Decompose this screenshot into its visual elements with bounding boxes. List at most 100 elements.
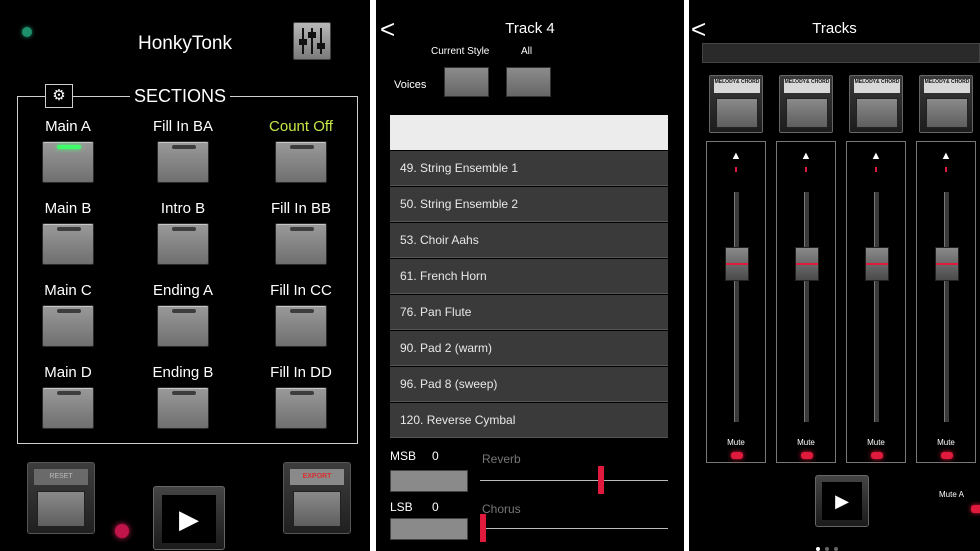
voice-list-item[interactable]: 50. String Ensemble 2 (390, 187, 668, 222)
volume-fader-thumb[interactable] (935, 246, 959, 281)
voice-list-item[interactable]: 120. Reverse Cymbal (390, 403, 668, 438)
fader-strip: ▲ Mute (706, 141, 766, 463)
section-label-fill-in-ba: Fill In BA (152, 118, 213, 135)
mute-button[interactable] (941, 452, 953, 459)
section-pad-intro-b[interactable] (157, 223, 209, 265)
chorus-slider[interactable] (480, 528, 668, 529)
section-pad-main-d[interactable] (42, 387, 94, 429)
volume-fader-thumb[interactable] (795, 246, 819, 281)
voice-list-item[interactable]: 90. Pad 2 (warm) (390, 331, 668, 366)
voice-list-item[interactable]: 96. Pad 8 (sweep) (390, 367, 668, 402)
voice-list-item[interactable]: 61. French Horn (390, 259, 668, 294)
voice-list-item[interactable]: 49. String Ensemble 1 (390, 151, 668, 186)
volume-fader-thumb[interactable] (725, 246, 749, 281)
section-pad-fill-in-bb[interactable] (275, 223, 327, 265)
tracks-title: Tracks (812, 20, 857, 37)
play-icon: ▶ (822, 482, 862, 520)
section-label-count-off: Count Off (269, 118, 333, 135)
instrument-icon: ▲ (800, 150, 812, 162)
track-selector-bar[interactable] (702, 43, 980, 63)
melody-chord-button[interactable]: MELODY& CHORD (709, 75, 763, 133)
fader-strip: ▲ Mute (916, 141, 976, 463)
mute-all-button[interactable] (971, 505, 980, 513)
section-label-fill-in-cc: Fill In CC (270, 282, 332, 299)
page-dot[interactable] (825, 547, 829, 551)
section-label-main-a: Main A (45, 118, 91, 135)
instrument-icon: ▲ (870, 150, 882, 162)
lsb-value: 0 (432, 500, 439, 514)
instrument-icon: ▲ (730, 150, 742, 162)
melody-chord-button[interactable]: MELODY& CHORD (919, 75, 973, 133)
section-pad-fill-in-dd[interactable] (275, 387, 327, 429)
reset-button[interactable]: RESET (27, 462, 95, 534)
track-title: Track 4 (505, 20, 555, 37)
current-style-label: Current Style (431, 46, 490, 57)
mute-label: Mute (867, 438, 885, 447)
melody-chord-button[interactable]: MELODY& CHORD (779, 75, 833, 133)
msb-stepper[interactable] (390, 470, 468, 492)
msb-value: 0 (432, 449, 439, 463)
reset-caption: RESET (34, 469, 88, 485)
voice-list-item[interactable]: 76. Pan Flute (390, 295, 668, 330)
section-pad-fill-in-cc[interactable] (275, 305, 327, 347)
sections-heading: SECTIONS (130, 86, 231, 107)
voice-list-item[interactable]: 53. Choir Aahs (390, 223, 668, 258)
section-label-ending-b: Ending B (152, 364, 214, 381)
gear-icon: ⚙ (52, 87, 66, 104)
reverb-slider-thumb[interactable] (598, 466, 605, 494)
mute-button[interactable] (871, 452, 883, 459)
page-indicator (816, 538, 843, 551)
voices-label: Voices (394, 79, 427, 91)
all-label: All (521, 46, 533, 57)
play-button[interactable]: ▶ (153, 486, 225, 550)
tracks-mixer-panel: < Tracks MELODY& CHORD ▲ Mute MELODY& CH… (689, 0, 980, 551)
chorus-label: Chorus (482, 502, 521, 516)
section-pad-ending-b[interactable] (157, 387, 209, 429)
play-button[interactable]: ▶ (815, 475, 869, 527)
lsb-stepper[interactable] (390, 518, 468, 540)
volume-fader[interactable] (734, 192, 739, 422)
section-pad-count-off[interactable] (275, 141, 327, 183)
section-pad-ending-a[interactable] (157, 305, 209, 347)
mute-label: Mute (727, 438, 745, 447)
section-pad-main-a[interactable] (42, 141, 94, 183)
volume-fader[interactable] (874, 192, 879, 422)
volume-fader-thumb[interactable] (865, 246, 889, 281)
export-button[interactable]: EXPORT (283, 462, 351, 534)
page-dot[interactable] (834, 547, 838, 551)
section-pad-fill-in-ba[interactable] (157, 141, 209, 183)
mute-button[interactable] (731, 452, 743, 459)
mute-button[interactable] (801, 452, 813, 459)
mute-label: Mute (797, 438, 815, 447)
mute-all-label: Mute A (939, 490, 964, 499)
mute-label: Mute (937, 438, 955, 447)
section-label-intro-b: Intro B (160, 200, 206, 217)
current-style-button[interactable] (444, 67, 489, 97)
section-pad-main-b[interactable] (42, 223, 94, 265)
section-label-fill-in-dd: Fill In DD (270, 364, 332, 381)
track-voice-panel: < Track 4 Current Style All Voices 49. S… (376, 0, 684, 551)
record-led (115, 524, 129, 538)
mixer-button[interactable] (293, 22, 331, 60)
section-pad-main-c[interactable] (42, 305, 94, 347)
style-sections-panel: HonkyTonk ⚙ SECTIONS Main A Fill In BA C… (0, 0, 370, 551)
gear-button[interactable]: ⚙ (45, 84, 73, 108)
section-label-main-b: Main B (44, 200, 92, 217)
section-label-ending-a: Ending A (152, 282, 214, 299)
all-voices-button[interactable] (506, 67, 551, 97)
volume-fader[interactable] (804, 192, 809, 422)
msb-label: MSB (390, 449, 417, 463)
volume-fader[interactable] (944, 192, 949, 422)
section-label-fill-in-bb: Fill In BB (270, 200, 331, 217)
section-label-main-d: Main D (44, 364, 92, 381)
export-caption: EXPORT (290, 469, 344, 485)
fader-strip: ▲ Mute (776, 141, 836, 463)
fader-strip: ▲ Mute (846, 141, 906, 463)
chorus-slider-thumb[interactable] (480, 514, 486, 542)
reverb-slider[interactable] (480, 480, 668, 481)
melody-chord-button[interactable]: MELODY& CHORD (849, 75, 903, 133)
page-dot[interactable] (816, 547, 820, 551)
section-label-main-c: Main C (44, 282, 92, 299)
play-icon: ▶ (162, 495, 216, 543)
voice-list-selected[interactable] (390, 115, 668, 150)
